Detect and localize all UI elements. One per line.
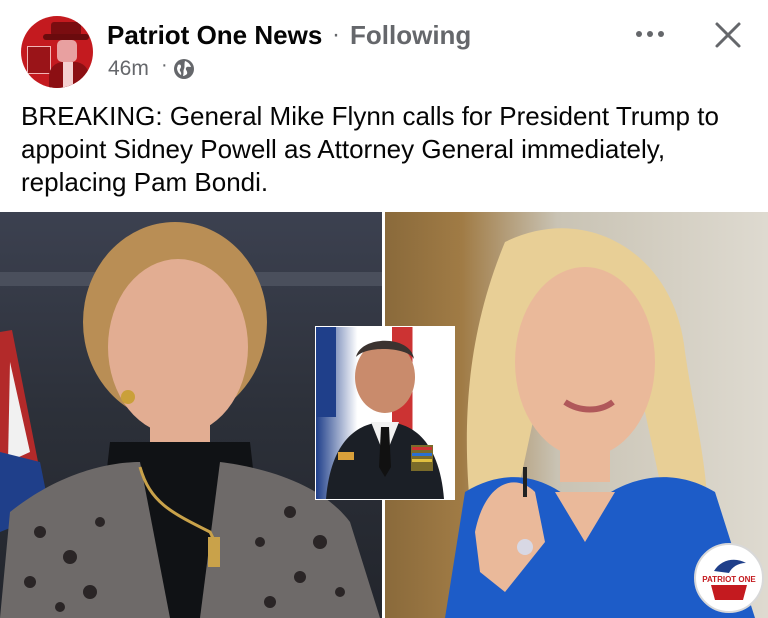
post-timestamp[interactable]: 46m (108, 57, 149, 81)
avatar-building (27, 46, 51, 74)
name-separator: · (332, 21, 340, 48)
avatar-face (57, 40, 77, 62)
inset-portrait (315, 326, 455, 500)
inset-portrait-illustration (316, 327, 444, 499)
post-message: BREAKING: General Mike Flynn calls for P… (21, 101, 719, 197)
more-horizontal-icon[interactable] (632, 20, 668, 48)
time-separator: · (161, 54, 168, 76)
avatar-shirt (63, 62, 73, 88)
post-header: Patriot One News · Following 46m · (0, 0, 768, 92)
watermark-text: PATRIOT ONE (702, 575, 756, 584)
globe-icon (174, 59, 194, 79)
page-name-link[interactable]: Patriot One News (107, 20, 322, 51)
patriot-one-logo: PATRIOT ONE (694, 543, 764, 613)
post-image[interactable] (0, 212, 768, 618)
page-avatar[interactable] (21, 16, 93, 88)
following-button[interactable]: Following (350, 20, 471, 51)
close-icon[interactable] (711, 18, 745, 52)
